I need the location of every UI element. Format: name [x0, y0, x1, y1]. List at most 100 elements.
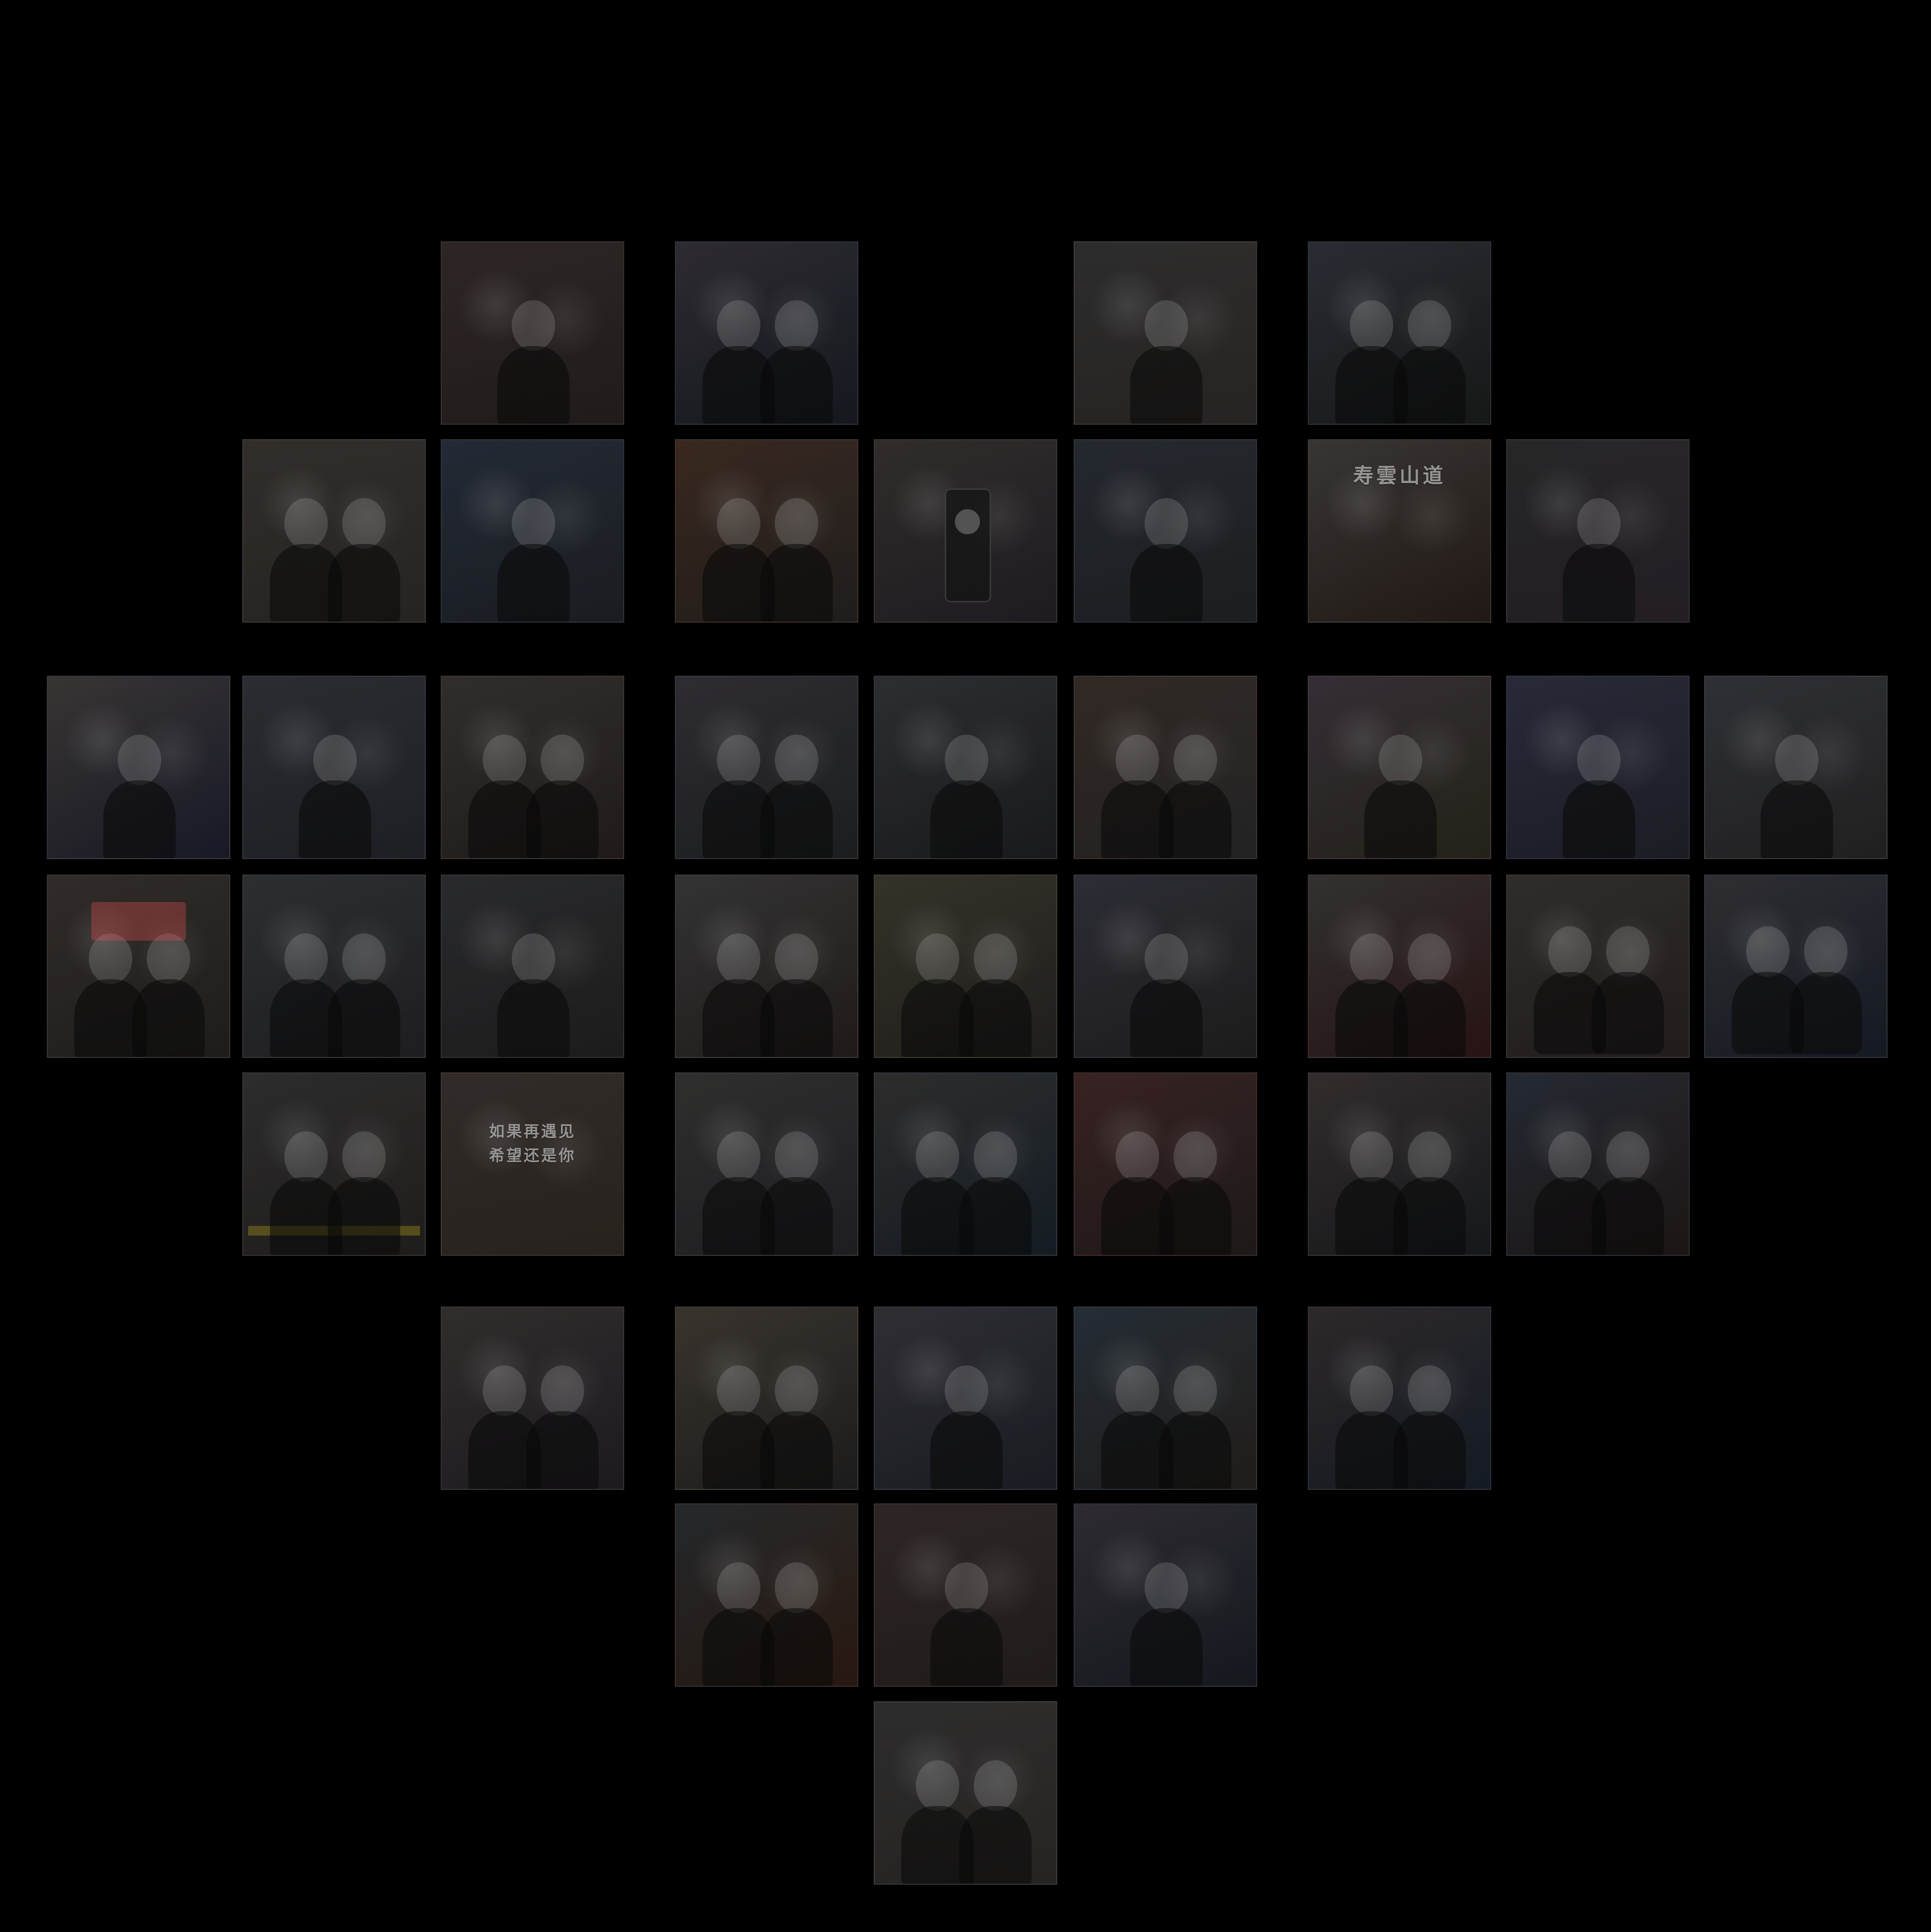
photo-person-head [1174, 1131, 1217, 1182]
photo-friends-selfie [1308, 875, 1491, 1058]
photo-chalkboard-selfie [874, 1503, 1057, 1687]
photo-hands-ring [441, 241, 624, 425]
photo-person-head [775, 1131, 818, 1182]
photo-woman-v-sign [441, 1307, 624, 1490]
photo-woman-portrait [1704, 875, 1888, 1058]
photo-person-body [760, 346, 833, 424]
photo-person-body [760, 544, 833, 622]
photo-person-body [1393, 1177, 1466, 1255]
photo-person-body [959, 1177, 1032, 1255]
photo-person-body [959, 1806, 1032, 1884]
photo-couple-statue [1308, 241, 1491, 425]
photo-person-head [512, 498, 555, 549]
photo-person-head [342, 933, 386, 984]
photo-person-body [1364, 780, 1437, 858]
photo-person-body [1130, 1608, 1203, 1686]
photo-person-body [930, 1608, 1003, 1686]
photo-person-body [760, 1177, 833, 1255]
photo-phone-on-table [874, 439, 1057, 623]
photo-person-body [299, 780, 371, 858]
photo-person-head [1408, 933, 1451, 984]
photo-heart-light [242, 676, 426, 859]
photo-person-head [717, 933, 760, 984]
photo-person-head [1804, 926, 1847, 977]
photo-silhouettes [874, 1072, 1057, 1256]
photo-person-head [717, 735, 760, 785]
photo-person-head [1746, 926, 1790, 977]
photo-red-background-couple [1506, 1072, 1690, 1256]
photo-station-platform [242, 1072, 426, 1256]
photo-person-body [103, 780, 176, 858]
photo-hands-heart-night [1074, 439, 1257, 623]
photo-person-head [1408, 300, 1451, 351]
photo-couple-hands-heart [1074, 1307, 1257, 1490]
photo-person-head [775, 498, 818, 549]
photo-person-head [1350, 1131, 1393, 1182]
photo-person-head [916, 1131, 959, 1182]
heart-photo-collage: 寿雲山道 如果再遇见 希望还是你 [0, 0, 1931, 1932]
photo-person-body [1563, 780, 1635, 858]
photo-person-body [760, 1608, 833, 1686]
photo-hands-crafting [1074, 875, 1257, 1058]
photo-couple-sunglasses [675, 676, 858, 859]
photo-person-body [1130, 346, 1203, 424]
photo-person-head [1408, 1365, 1451, 1416]
photo-person-body [1130, 544, 1203, 622]
photo-couple-peace-sign [675, 875, 858, 1058]
photo-couple-beach [675, 1503, 858, 1687]
photo-person-head [1606, 926, 1650, 977]
photo-person-body [1393, 1411, 1466, 1489]
photo-mountain-sign: 寿雲山道 [1308, 439, 1491, 623]
photo-person-head [1775, 735, 1819, 785]
photo-person-body [1761, 780, 1833, 858]
photo-person-head [284, 498, 328, 549]
wall-quote-line2: 希望还是你 [489, 1146, 576, 1165]
photo-man-with-bag [441, 676, 624, 859]
photo-person-body [760, 979, 833, 1057]
photo-man-under-sign [47, 875, 230, 1058]
photo-person-head [284, 1131, 328, 1182]
photo-person-head [775, 300, 818, 351]
photo-mirror-ball [441, 439, 624, 623]
photo-person-body [760, 1411, 833, 1489]
photo-person-head [1350, 300, 1393, 351]
wall-quote-line1: 如果再遇见 [489, 1122, 576, 1140]
photo-person-head [974, 1131, 1017, 1182]
photo-person-head [118, 735, 161, 785]
photo-person-head [313, 735, 357, 785]
photo-person-body [760, 780, 833, 858]
photo-person-body [328, 544, 400, 622]
photo-person-head [775, 1365, 818, 1416]
photo-couple-smiling [1074, 1072, 1257, 1256]
photo-person-head [916, 1760, 959, 1811]
photo-person-body [132, 979, 205, 1057]
photo-person-head [483, 735, 526, 785]
photo-person-head [717, 1365, 760, 1416]
photo-hands-heart-shirts [1074, 241, 1257, 425]
photo-woman-arcade [874, 875, 1057, 1058]
photo-person-head [1145, 498, 1188, 549]
photo-toy-rabbit [1506, 676, 1690, 859]
photo-craft-table [1074, 1503, 1257, 1687]
photo-person-body [1393, 979, 1466, 1057]
photo-couple-selfie-night [242, 439, 426, 623]
photo-person-body [497, 544, 570, 622]
photo-person-head [945, 1365, 988, 1416]
photo-person-body [930, 780, 1003, 858]
photo-person-body [1790, 972, 1862, 1054]
photo-person-head [284, 933, 328, 984]
photo-wall-quote: 如果再遇见 希望还是你 [441, 1072, 624, 1256]
mountain-sign-text: 寿雲山道 [1353, 464, 1446, 487]
photo-direction-sign [441, 875, 624, 1058]
photo-person-head [1379, 735, 1422, 785]
photo-couple-lying [675, 439, 858, 623]
photo-person-head [1145, 1562, 1188, 1613]
photo-person-head [512, 300, 555, 351]
phone-icon [945, 488, 991, 602]
photo-person-head [775, 735, 818, 785]
photo-person-body [1393, 346, 1466, 424]
photo-person-head [89, 933, 132, 984]
photo-person-head [916, 933, 959, 984]
photo-person-head [945, 1562, 988, 1613]
photo-person-head [717, 1562, 760, 1613]
